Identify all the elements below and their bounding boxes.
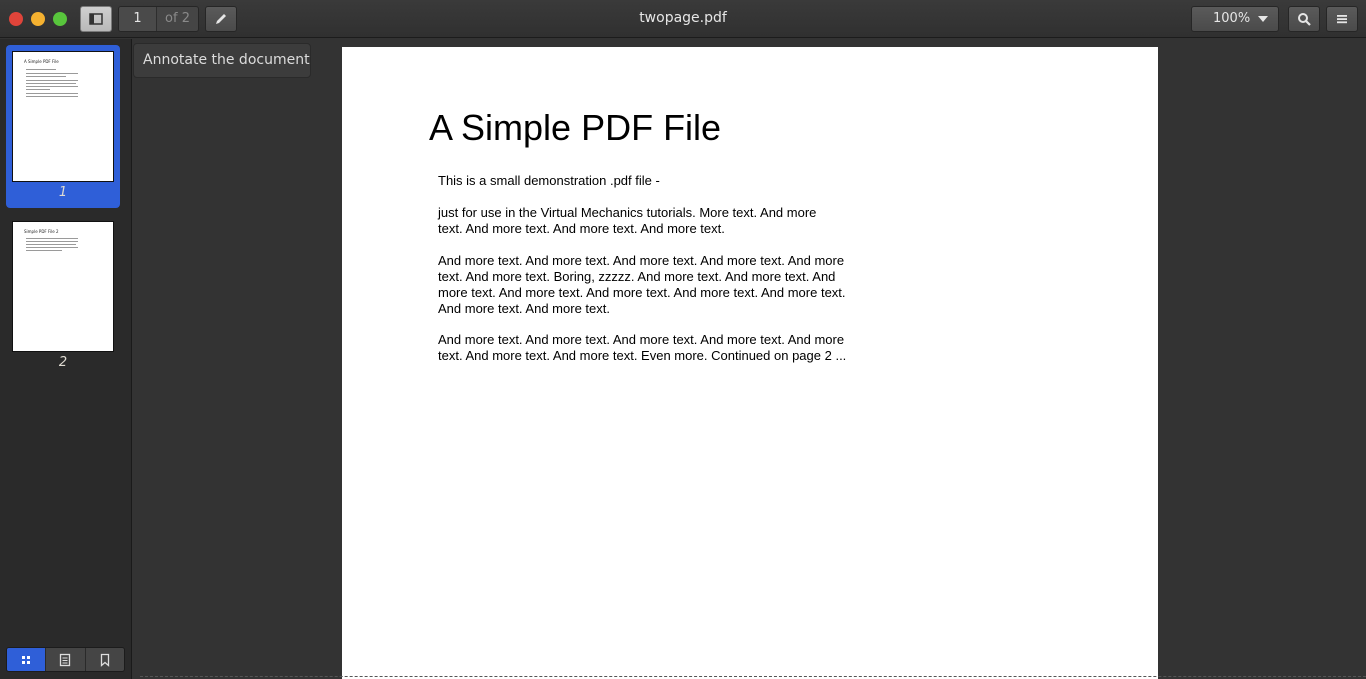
hamburger-icon [1337, 15, 1347, 24]
sidebar: A Simple PDF File 1 Simple PDF File 2 2 [0, 39, 132, 679]
thumbnail-page-preview: A Simple PDF File [12, 51, 114, 182]
thumbnail-page-number: 2 [58, 355, 68, 370]
document-paragraph: And more text. And more text. And more t… [438, 332, 847, 363]
window-minimize-button[interactable] [31, 12, 45, 26]
zoom-value: 100% [1213, 11, 1251, 26]
page-navigation: 1 of 2 [118, 6, 199, 32]
thumbnail-title: A Simple PDF File [24, 59, 59, 64]
chevron-down-icon [1258, 16, 1268, 22]
header-bar: 1 of 2 twopage.pdf 100% [0, 0, 1366, 38]
annotate-tooltip: Annotate the document [133, 43, 311, 78]
bookmark-icon [100, 653, 109, 667]
document-paragraph: just for use in the Virtual Mechanics tu… [438, 205, 817, 236]
thumbnail-page-number: 1 [58, 185, 68, 200]
pdf-page: A Simple PDF File This is a small demons… [342, 47, 1158, 679]
current-page-input[interactable]: 1 [119, 7, 157, 31]
pencil-icon [216, 14, 226, 24]
window-maximize-button[interactable] [53, 12, 67, 26]
outline-mode-button[interactable] [46, 648, 86, 671]
sidebar-mode-switcher [6, 647, 125, 672]
document-icon [60, 653, 71, 666]
page-count-label: of 2 [165, 11, 190, 26]
bookmarks-mode-button[interactable] [86, 648, 124, 671]
zoom-select[interactable]: 100% [1191, 6, 1279, 32]
search-button[interactable] [1288, 6, 1320, 32]
menu-button[interactable] [1326, 6, 1358, 32]
thumbnail-page-preview: Simple PDF File 2 [12, 221, 114, 352]
page-separator [140, 676, 1366, 677]
search-icon [1298, 13, 1311, 26]
document-title: A Simple PDF File [429, 107, 722, 148]
annotate-button[interactable] [205, 6, 237, 32]
page-thumbnail-1[interactable]: A Simple PDF File 1 [6, 45, 120, 208]
sidebar-icon [89, 13, 103, 25]
thumbnails-mode-button[interactable] [7, 648, 47, 671]
document-paragraph: This is a small demonstration .pdf file … [438, 173, 660, 188]
thumbnail-title: Simple PDF File 2 [24, 229, 59, 234]
window-close-button[interactable] [9, 12, 23, 26]
page-thumbnail-2[interactable]: Simple PDF File 2 2 [6, 215, 120, 378]
document-paragraph: And more text. And more text. And more t… [438, 253, 846, 316]
sidebar-toggle-button[interactable] [80, 6, 112, 32]
grid-icon [22, 655, 31, 664]
document-view[interactable]: A Simple PDF File This is a small demons… [133, 39, 1366, 679]
